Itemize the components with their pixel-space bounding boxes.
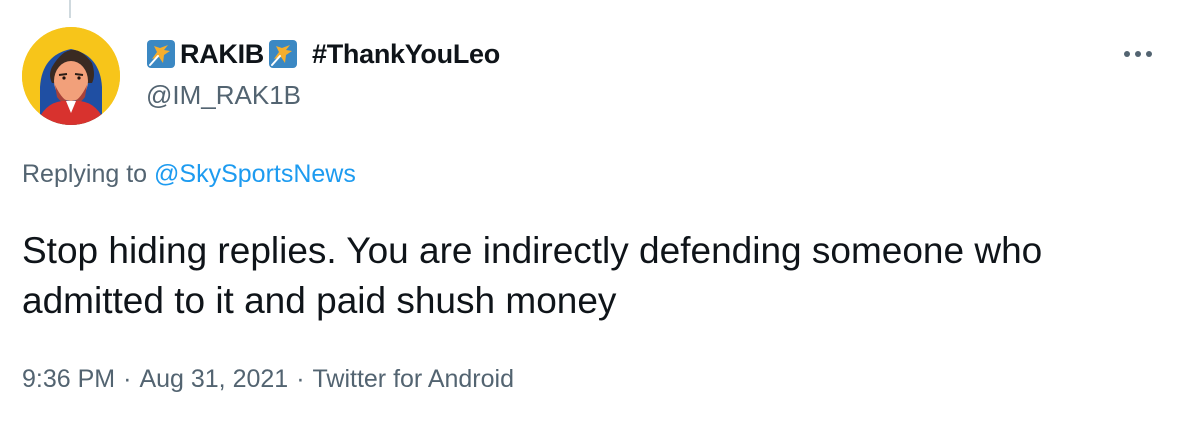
avatar-illustration — [22, 27, 120, 125]
author-handle[interactable]: @IM_RAK1B — [146, 80, 301, 111]
tweet-time[interactable]: 9:36 PM — [22, 365, 115, 393]
meta-separator: · — [296, 365, 305, 393]
tweet-metadata: 9:36 PM · Aug 31, 2021 · Twitter for Android — [22, 365, 514, 394]
author-name-row[interactable]: RAKIB #ThankYouLeo — [146, 38, 500, 70]
author-name: RAKIB — [180, 38, 264, 69]
more-options-icon — [1124, 51, 1152, 57]
replying-to-link[interactable]: @SkySportsNews — [154, 160, 356, 188]
meta-separator: · — [123, 365, 132, 393]
more-options-button[interactable] — [1116, 36, 1160, 72]
replying-to-prefix: Replying to — [22, 160, 148, 188]
tweet: RAKIB #ThankYouLeo @IM_RAK1B Replying to… — [0, 0, 1186, 435]
tweet-source[interactable]: Twitter for Android — [313, 365, 514, 393]
thread-line — [69, 0, 71, 18]
replying-to: Replying to @SkySportsNews — [22, 160, 356, 189]
tweet-text: Stop hiding replies. You are indirectly … — [22, 230, 1043, 321]
tweet-date[interactable]: Aug 31, 2021 — [139, 365, 288, 393]
avatar[interactable] — [22, 27, 120, 125]
star-emoji-icon — [268, 39, 298, 69]
star-emoji-icon — [146, 39, 176, 69]
author-name-hashtag: #ThankYouLeo — [312, 38, 500, 69]
